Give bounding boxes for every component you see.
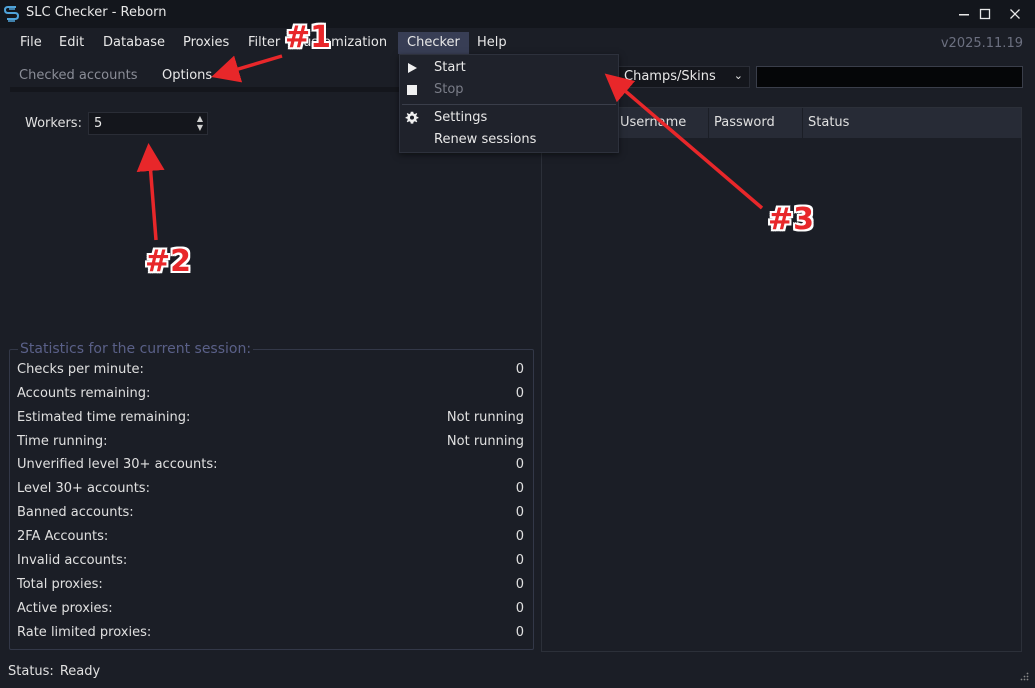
column-status[interactable]: Status bbox=[802, 108, 1021, 138]
stat-row: Checks per minute: 0 bbox=[17, 360, 524, 380]
stat-value: 0 bbox=[515, 505, 524, 520]
stat-value: Not running bbox=[446, 410, 524, 425]
spin-arrows[interactable]: ▲ ▼ bbox=[197, 114, 203, 132]
statistics-title: Statistics for the current session: bbox=[18, 341, 254, 357]
menu-edit[interactable]: Edit bbox=[50, 32, 93, 54]
annotation-label-2: #2 bbox=[145, 244, 192, 279]
tab-checked-accounts[interactable]: Checked accounts bbox=[19, 68, 137, 83]
column-username[interactable]: Username bbox=[614, 108, 708, 138]
column-password[interactable]: Password bbox=[708, 108, 802, 138]
menu-filter[interactable]: Filter bbox=[239, 32, 289, 54]
stat-label: Rate limited proxies: bbox=[17, 625, 152, 640]
gear-icon bbox=[405, 111, 419, 124]
menu-database[interactable]: Database bbox=[94, 32, 174, 54]
maximize-icon bbox=[979, 8, 991, 20]
stat-label: Estimated time remaining: bbox=[17, 410, 191, 425]
menu-item-stop-label: Stop bbox=[434, 82, 464, 97]
stat-row: Banned accounts: 0 bbox=[17, 503, 524, 523]
stat-label: Invalid accounts: bbox=[17, 553, 128, 568]
stat-row: 2FA Accounts: 0 bbox=[17, 527, 524, 547]
stat-label: Active proxies: bbox=[17, 601, 113, 616]
workers-spinbox[interactable]: 5 ▲ ▼ bbox=[88, 112, 208, 135]
menu-item-renew-sessions-label: Renew sessions bbox=[434, 132, 537, 147]
statistics-group: Statistics for the current session: Chec… bbox=[9, 341, 534, 650]
results-table: Username Password Status bbox=[541, 107, 1022, 652]
arrow-2 bbox=[136, 143, 165, 241]
window-title: SLC Checker - Reborn bbox=[26, 5, 167, 20]
stat-value: 0 bbox=[515, 362, 524, 377]
chevron-down-icon: ⌄ bbox=[733, 69, 743, 82]
annotation-label-1: #1 bbox=[285, 20, 332, 55]
stat-label: Checks per minute: bbox=[17, 362, 144, 377]
resize-grip-icon[interactable] bbox=[1019, 672, 1029, 682]
version-label: v2025.11.19 bbox=[940, 36, 1023, 51]
stat-row: Rate limited proxies: 0 bbox=[17, 623, 524, 643]
stat-label: Banned accounts: bbox=[17, 505, 134, 520]
stat-label: Unverified level 30+ accounts: bbox=[17, 457, 218, 472]
menu-item-start[interactable]: Start bbox=[400, 57, 618, 79]
chevron-up-icon[interactable]: ▲ bbox=[197, 114, 203, 123]
workers-label: Workers: bbox=[25, 116, 82, 131]
stat-value: 0 bbox=[515, 577, 524, 592]
stat-label: 2FA Accounts: bbox=[17, 529, 109, 544]
workers-value: 5 bbox=[94, 116, 103, 131]
stat-row: Total proxies: 0 bbox=[17, 575, 524, 595]
stat-value: 0 bbox=[515, 601, 524, 616]
chevron-down-icon[interactable]: ▼ bbox=[197, 123, 203, 132]
stat-value: Not running bbox=[446, 434, 524, 449]
tab-options[interactable]: Options bbox=[162, 68, 212, 83]
menu-item-settings-label: Settings bbox=[434, 110, 488, 125]
checker-menu-dropdown: Start Stop Settings Renew sessions bbox=[399, 54, 619, 153]
title-bar: SLC Checker - Reborn — bbox=[0, 0, 1035, 28]
menu-separator bbox=[402, 104, 616, 105]
menu-checker[interactable]: Checker bbox=[398, 32, 469, 54]
status-value: Ready bbox=[59, 664, 101, 679]
stat-row: Unverified level 30+ accounts: 0 bbox=[17, 455, 524, 475]
stat-value: 0 bbox=[515, 625, 524, 640]
filter-combobox-value: Champs/Skins bbox=[624, 69, 716, 84]
stop-icon bbox=[407, 85, 417, 95]
stat-label: Accounts remaining: bbox=[17, 386, 151, 401]
stat-label: Total proxies: bbox=[17, 577, 103, 592]
menu-file[interactable]: File bbox=[11, 32, 51, 54]
status-label: Status: bbox=[8, 664, 54, 679]
search-input[interactable] bbox=[756, 66, 1023, 88]
stat-row: Time running: Not running bbox=[17, 432, 524, 452]
stat-value: 0 bbox=[515, 481, 524, 496]
play-icon bbox=[408, 63, 417, 73]
status-bar: Status: Ready bbox=[8, 664, 100, 679]
close-icon bbox=[1010, 9, 1020, 19]
stat-row: Invalid accounts: 0 bbox=[17, 551, 524, 571]
menu-item-renew-sessions[interactable]: Renew sessions bbox=[400, 129, 618, 151]
stat-row: Accounts remaining: 0 bbox=[17, 384, 524, 404]
menu-help[interactable]: Help bbox=[468, 32, 516, 54]
menu-item-stop[interactable]: Stop bbox=[400, 79, 618, 101]
menu-proxies[interactable]: Proxies bbox=[174, 32, 238, 54]
annotation-label-3: #3 bbox=[768, 202, 815, 237]
stat-value: 0 bbox=[515, 457, 524, 472]
stat-value: 0 bbox=[515, 553, 524, 568]
menu-item-settings[interactable]: Settings bbox=[400, 107, 618, 129]
stat-value: 0 bbox=[515, 529, 524, 544]
stat-row: Level 30+ accounts: 0 bbox=[17, 479, 524, 499]
filter-combobox[interactable]: Champs/Skins ⌄ bbox=[618, 66, 750, 88]
stat-row: Estimated time remaining: Not running bbox=[17, 408, 524, 428]
stat-row: Active proxies: 0 bbox=[17, 599, 524, 619]
stat-label: Time running: bbox=[17, 434, 108, 449]
app-logo-icon bbox=[4, 6, 20, 22]
menu-item-start-label: Start bbox=[434, 60, 466, 75]
stat-value: 0 bbox=[515, 386, 524, 401]
stat-label: Level 30+ accounts: bbox=[17, 481, 150, 496]
close-button[interactable] bbox=[995, 0, 1035, 28]
